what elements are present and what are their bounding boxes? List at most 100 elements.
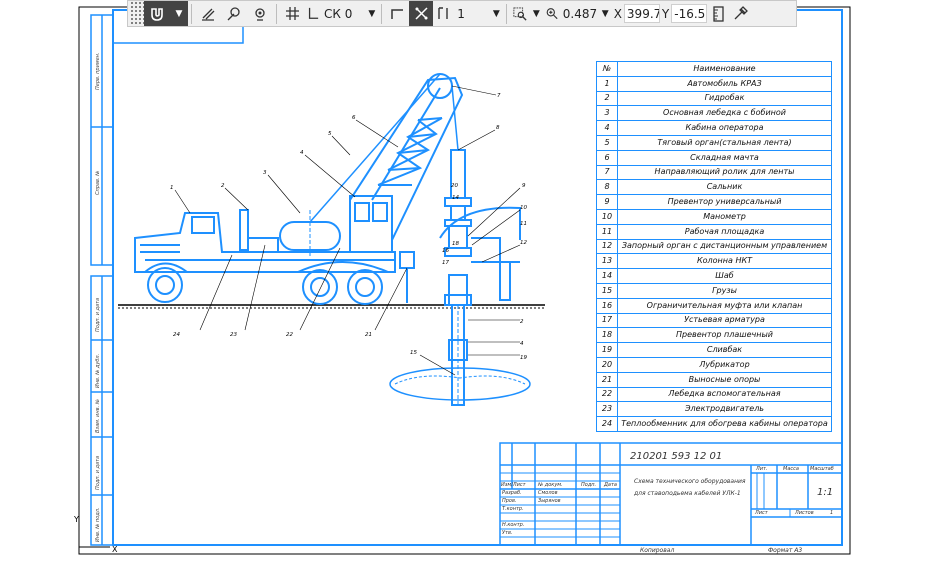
snap-dropdown-button[interactable]: ▼ bbox=[170, 1, 188, 26]
coordinate-system-button[interactable] bbox=[304, 1, 322, 26]
table-row: 24 Теплообменник для обогрева кабины опер… bbox=[596, 416, 832, 432]
scissors-icon bbox=[415, 7, 428, 20]
row-name: Превентор плашечный bbox=[617, 327, 832, 344]
ruler-icon bbox=[713, 5, 724, 22]
row-name: Грузы bbox=[617, 282, 832, 299]
side-stamp-3: Инв. № дубл. bbox=[95, 354, 101, 388]
table-row: 12 Запорный орган с дистанционным управле… bbox=[596, 238, 832, 255]
tb-role-2: Пров. bbox=[502, 498, 517, 504]
eyedropper-button[interactable] bbox=[729, 1, 751, 26]
side-stamp-5: Подп. и дата bbox=[95, 456, 101, 490]
chevron-down-icon[interactable]: ▼ bbox=[602, 9, 609, 19]
x-coord-field[interactable]: 399.730 bbox=[623, 4, 660, 23]
row-name: Рабочая площадка bbox=[617, 223, 832, 240]
callout-18: 18 bbox=[452, 241, 459, 247]
grid-button[interactable] bbox=[280, 1, 304, 26]
callout-8: 8 bbox=[496, 125, 500, 131]
table-row: 17 Устьевая арматура bbox=[596, 312, 832, 329]
row-name: Ограничительная муфта или клапан bbox=[617, 297, 832, 314]
cs-label[interactable]: СК 0 bbox=[322, 7, 354, 21]
mass-label: Масса bbox=[783, 466, 799, 472]
local-snap-button[interactable] bbox=[247, 1, 273, 26]
row-name: Запорный орган с дистанционным управлени… bbox=[617, 238, 832, 255]
table-row: 18 Превентор плашечный bbox=[596, 327, 832, 344]
row-name: Основная лебедка с бобиной bbox=[617, 105, 832, 122]
round-snap-button[interactable] bbox=[409, 1, 434, 26]
row-name: Манометр bbox=[617, 208, 832, 225]
table-row: 9 Превентор универсальный bbox=[596, 194, 832, 210]
callout-1: 1 bbox=[170, 185, 174, 191]
callout-19: 19 bbox=[520, 355, 527, 361]
measure-button[interactable] bbox=[707, 1, 729, 26]
callout-23: 23 bbox=[230, 332, 237, 338]
table-row: 7 Направляющий ролик для ленты bbox=[596, 164, 832, 181]
ortho-button[interactable] bbox=[195, 1, 221, 26]
separator bbox=[276, 3, 277, 24]
row-name: Тяговый орган(стальная лента) bbox=[617, 134, 832, 151]
row-name: Лебедка вспомогательная bbox=[617, 386, 832, 403]
sheets-value: 1 bbox=[830, 510, 834, 516]
table-row: 14 Шаб bbox=[596, 268, 832, 284]
callout-24: 24 bbox=[173, 332, 180, 338]
chevron-down-icon[interactable]: ▼ bbox=[368, 9, 375, 19]
row-name: Лубрикатор bbox=[617, 356, 832, 373]
ucs-y-label: Y bbox=[73, 515, 79, 524]
tb-hdr-role: Изм/Лист bbox=[501, 482, 526, 488]
scale-value: 1:1 bbox=[817, 487, 834, 498]
row-num: 5 bbox=[596, 134, 618, 151]
tb-role-4: Н.контр. bbox=[502, 522, 525, 528]
step-icon bbox=[438, 7, 448, 19]
step-value[interactable]: 1 bbox=[455, 7, 467, 21]
zoom-window-button[interactable] bbox=[510, 1, 530, 26]
row-num: 13 bbox=[596, 253, 618, 270]
row-num: 24 bbox=[596, 416, 618, 432]
separator bbox=[505, 3, 507, 24]
snap-cursor-button[interactable] bbox=[221, 1, 247, 26]
truck-drawing bbox=[134, 195, 415, 305]
table-row: 15 Грузы bbox=[596, 282, 832, 299]
title-line-2: для ставоподьема кабелей УЛК-1 bbox=[634, 490, 741, 497]
side-stamp-6: Инв. № подл. bbox=[95, 508, 101, 543]
row-num: 4 bbox=[596, 120, 618, 136]
snap-magnet-button[interactable] bbox=[144, 1, 170, 26]
chevron-down-icon[interactable]: ▼ bbox=[533, 9, 540, 19]
row-num: 19 bbox=[596, 342, 618, 358]
table-row: 21 Выносные опоры bbox=[596, 371, 832, 388]
row-num: 8 bbox=[596, 179, 618, 196]
callout-17: 17 bbox=[442, 260, 449, 266]
step-button[interactable] bbox=[433, 1, 455, 26]
ucs-x-label: X bbox=[112, 545, 118, 554]
title-line-1: Схема технического оборудования bbox=[634, 478, 746, 485]
y-coord-field[interactable]: -16.526 bbox=[671, 4, 708, 23]
doc-code: 210201 593 12 01 bbox=[630, 451, 723, 462]
zoom-button[interactable] bbox=[543, 1, 561, 26]
zoom-icon bbox=[546, 8, 558, 20]
row-name: Превентор универсальный bbox=[617, 194, 832, 210]
tb-role-5: Утв. bbox=[502, 530, 513, 536]
angle-snap-button[interactable] bbox=[385, 1, 409, 26]
row-name: Складная мачта bbox=[617, 149, 832, 166]
table-row: 22 Лебедка вспомогательная bbox=[596, 386, 832, 403]
table-row: 11 Рабочая площадка bbox=[596, 223, 832, 240]
spec-header-name: Наименование bbox=[617, 61, 832, 77]
table-row: 16 Ограничительная муфта или клапан bbox=[596, 297, 832, 314]
callout-7: 7 bbox=[497, 93, 501, 99]
toolbar-grip[interactable] bbox=[130, 1, 144, 26]
table-row: 13 Колонна НКТ bbox=[596, 253, 832, 270]
row-num: 6 bbox=[596, 149, 618, 166]
zoom-window-icon bbox=[513, 6, 527, 21]
row-num: 18 bbox=[596, 327, 618, 344]
callout-6: 6 bbox=[352, 115, 356, 121]
row-name: Шаб bbox=[617, 268, 832, 284]
row-num: 3 bbox=[596, 105, 618, 122]
zoom-value[interactable]: 0.487 bbox=[561, 7, 599, 21]
table-row: 2 Гидробак bbox=[596, 90, 832, 107]
table-row: 10 Манометр bbox=[596, 208, 832, 225]
callout-leaders bbox=[174, 85, 521, 376]
row-num: 1 bbox=[596, 75, 618, 92]
callout-2: 2 bbox=[221, 183, 225, 189]
chevron-down-icon[interactable]: ▼ bbox=[493, 9, 500, 19]
grid-icon bbox=[285, 7, 299, 20]
callout-2b: 2 bbox=[520, 319, 524, 325]
table-row: 1 Автомобиль КРАЗ bbox=[596, 75, 832, 92]
